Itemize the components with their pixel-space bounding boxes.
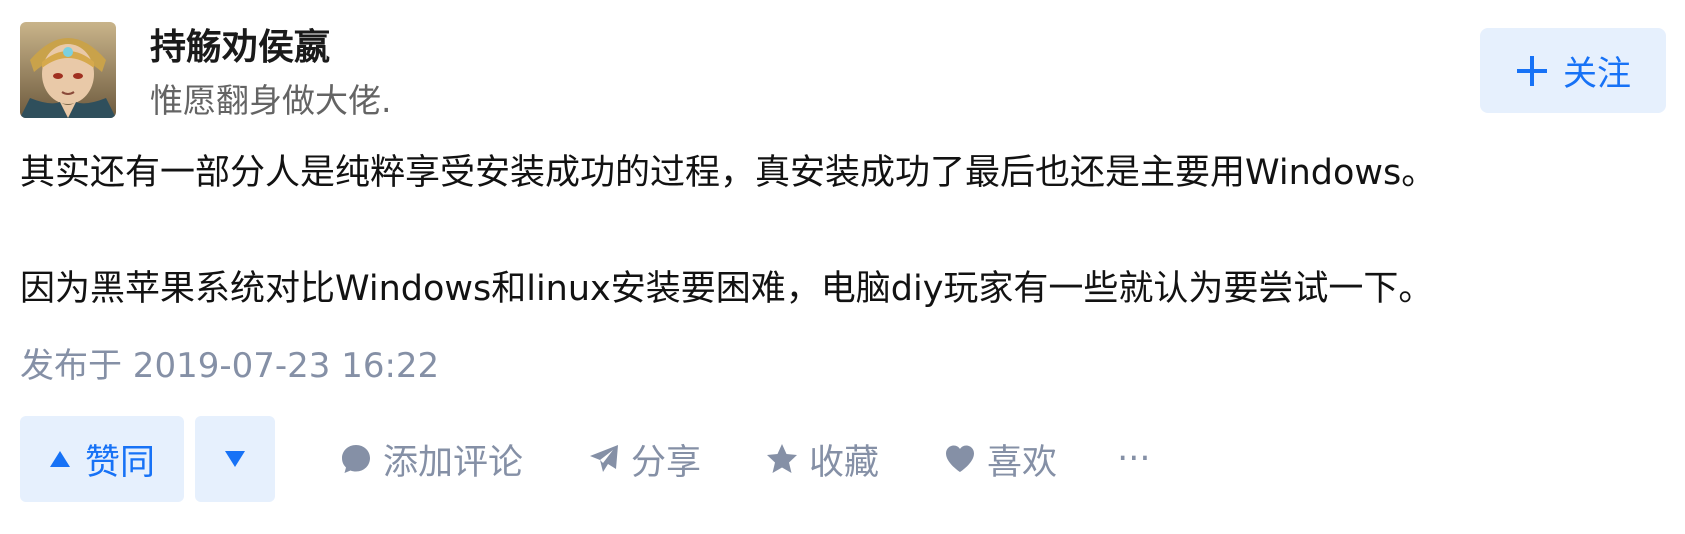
favorite-label: 收藏 bbox=[809, 442, 880, 483]
comment-bubble-icon bbox=[342, 445, 370, 473]
comment-label: 添加评论 bbox=[383, 442, 524, 483]
content-paragraph: 其实还有一部分人是纯粹享受安装成功的过程，真安装成功了最后也还是主要用Windo… bbox=[20, 153, 1437, 193]
more-icon: ··· bbox=[1117, 439, 1151, 479]
follow-button-label: 关注 bbox=[1563, 54, 1631, 94]
author-bio: 惟愿翻身做大佬. bbox=[150, 81, 392, 120]
more-button[interactable]: ··· bbox=[1117, 439, 1150, 479]
like-label: 喜欢 bbox=[987, 442, 1058, 483]
like-button[interactable]: 喜欢 bbox=[943, 434, 1057, 485]
favorite-button[interactable]: 收藏 bbox=[765, 434, 879, 485]
content-paragraph: 因为黑苹果系统对比Windows和linux安装要困难，电脑diy玩家有一些就认… bbox=[20, 269, 1434, 309]
author-avatar[interactable] bbox=[20, 22, 116, 118]
plus-icon bbox=[1517, 55, 1547, 86]
follow-button[interactable]: 关注 bbox=[1480, 28, 1666, 113]
avatar-image bbox=[20, 22, 116, 118]
action-bar: 赞同 添加评论 分享 收藏 喜欢 ··· bbox=[20, 416, 1150, 502]
star-icon bbox=[767, 444, 798, 473]
comment-button[interactable]: 添加评论 bbox=[339, 434, 523, 485]
vote-up-button[interactable]: 赞同 bbox=[20, 416, 184, 502]
vote-down-button[interactable] bbox=[195, 416, 275, 502]
share-button[interactable]: 分享 bbox=[587, 434, 701, 485]
paper-plane-icon bbox=[590, 445, 619, 472]
answer-content: 其实还有一部分人是纯粹享受安装成功的过程，真安装成功了最后也还是主要用Windo… bbox=[20, 148, 1660, 314]
author-name[interactable]: 持觞劝侯嬴 bbox=[150, 18, 330, 70]
triangle-up-icon bbox=[49, 451, 70, 467]
publish-time[interactable]: 发布于 2019-07-23 16:22 bbox=[20, 338, 439, 387]
answer-card: 持觞劝侯嬴 惟愿翻身做大佬. 关注 其实还有一部分人是纯粹享受安装成功的过程，真… bbox=[0, 0, 1685, 534]
heart-icon bbox=[946, 445, 975, 472]
vote-up-label: 赞同 bbox=[84, 442, 155, 483]
share-label: 分享 bbox=[631, 442, 702, 483]
triangle-down-icon bbox=[225, 451, 245, 467]
